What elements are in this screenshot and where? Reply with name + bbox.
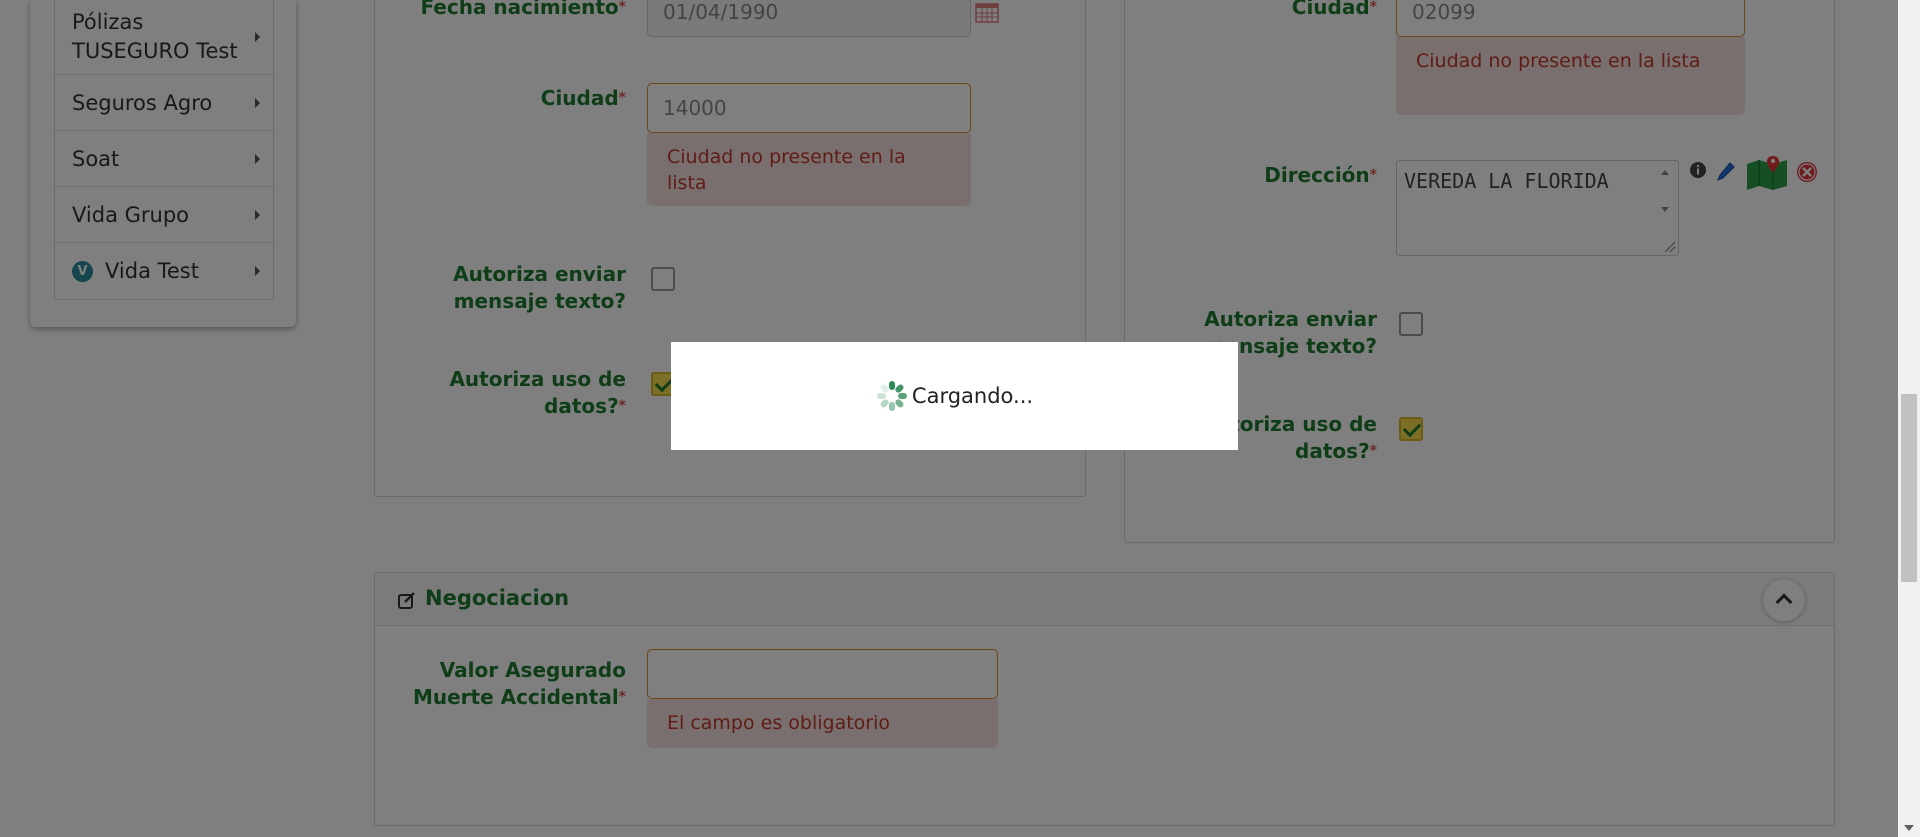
page-scrollbar[interactable] [1898, 0, 1920, 837]
loading-spinner-icon [876, 380, 908, 412]
scroll-down-arrow-icon[interactable] [1904, 825, 1914, 831]
loading-dialog: Cargando... [671, 342, 1238, 450]
scrollbar-thumb[interactable] [1901, 394, 1917, 582]
loading-text: Cargando... [911, 384, 1034, 408]
